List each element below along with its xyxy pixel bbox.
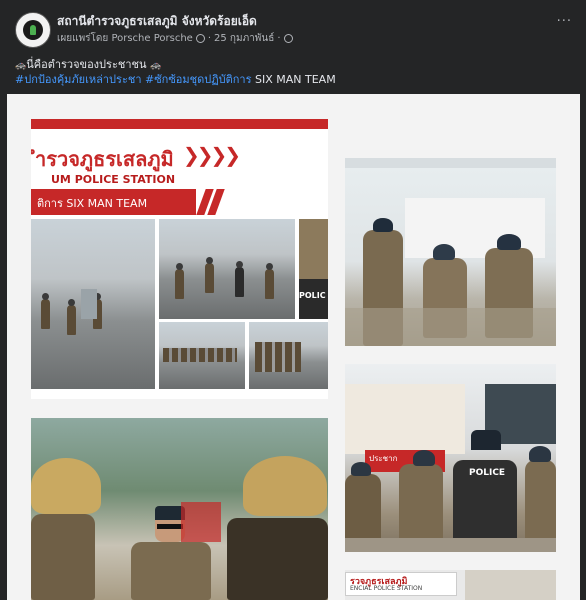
post-meta: เผยแพร่โดย Porsche Porsche · 25 กุมภาพัน… — [57, 31, 293, 46]
sign-subtitle: ENCIAL POLICE STATION — [350, 585, 423, 592]
building — [465, 570, 556, 600]
collage-banner: ติการ SIX MAN TEAM — [31, 189, 196, 215]
published-by[interactable]: เผยแพร่โดย Porsche Porsche — [57, 31, 193, 46]
officer-helmet — [529, 446, 551, 462]
officer-helmet — [497, 234, 521, 250]
officer-figure — [175, 263, 184, 299]
ground — [345, 538, 556, 552]
more-options-button[interactable]: ··· — [557, 14, 572, 29]
officer-group — [255, 342, 301, 372]
sky — [345, 158, 556, 168]
police-badge-icon — [23, 20, 43, 40]
collage-image-left — [31, 219, 155, 389]
officer-figure — [265, 263, 274, 299]
sunglasses — [157, 524, 183, 529]
officer-left — [31, 514, 95, 600]
officer-figure — [235, 261, 244, 297]
officer-helmet — [351, 462, 371, 476]
vest-label: POLIC — [299, 291, 326, 300]
officer-center — [131, 542, 211, 600]
officer-helmet — [433, 244, 455, 260]
riot-shield — [81, 289, 97, 319]
gallery-photo-officer-closeup[interactable] — [31, 418, 328, 600]
station-sign-text: ประชาก — [369, 454, 398, 463]
helmet-left — [31, 458, 101, 514]
gallery-photo-sign[interactable]: รวจภูธรเสลภูมิ ENCIAL POLICE STATION — [345, 570, 556, 600]
collage-image-top-middle — [159, 219, 295, 319]
station-sign-board: รวจภูธรเสลภูมิ ENCIAL POLICE STATION — [345, 572, 457, 596]
officer-cap — [471, 430, 501, 450]
gallery-photo-officers-sitting[interactable] — [345, 158, 556, 346]
hashtag-link[interactable]: #ปกป้องคุ้มภัยเหล่าประชา — [15, 73, 142, 86]
vest-label: POLICE — [469, 468, 506, 478]
gallery-photo-team-station[interactable]: ประชาก POLICE — [345, 364, 556, 552]
collage-subtitle: UM POLICE STATION — [51, 173, 176, 186]
ground — [345, 308, 556, 346]
chevrons-icon: ❯❯❯❯ — [183, 143, 241, 167]
page-name[interactable]: สถานีตำรวจภูธรเสลภูมิ จังหวัดร้อยเอ็ด — [57, 12, 257, 31]
photo-gallery: ำรวจภูธรเสลภูมิ ❯❯❯❯ UM POLICE STATION ต… — [7, 94, 580, 600]
separator-dot: · — [277, 33, 281, 44]
post-date[interactable]: 25 กุมภาพันธ์ — [214, 31, 274, 46]
post-text-line2: #ปกป้องคุ้มภัยเหล่าประชา #ซักซ้อมชุดปฏิบ… — [15, 70, 336, 88]
facebook-post: สถานีตำรวจภูธรเสลภูมิ จังหวัดร้อยเอ็ด เผ… — [0, 0, 586, 600]
station-wall — [345, 384, 465, 454]
red-sign — [181, 502, 221, 542]
officer-cap — [373, 218, 393, 232]
hashtag-suffix: SIX MAN TEAM — [255, 73, 336, 86]
audience-globe-icon — [283, 34, 293, 43]
hashtag-link[interactable]: #ซักซ้อมชุดปฏิบัติการ — [145, 73, 252, 86]
collage-image-bottom-right — [249, 322, 328, 389]
collage-title: ำรวจภูธรเสลภูมิ — [35, 147, 174, 171]
collage-image-top-right: POLIC — [299, 219, 328, 319]
separator-dot: · — [207, 33, 212, 44]
officer-right — [227, 518, 328, 600]
officer-figure — [205, 257, 214, 293]
officer-row — [163, 348, 237, 362]
officer-helmet — [413, 450, 435, 466]
globe-icon — [195, 34, 205, 43]
banner-text: ติการ SIX MAN TEAM — [37, 197, 148, 210]
officer-figure — [41, 293, 50, 329]
helmet-right — [243, 456, 327, 516]
header-red-bar — [31, 119, 328, 129]
collage-image-bottom-left — [159, 322, 245, 389]
gallery-photo-collage[interactable]: ำรวจภูธรเสลภูมิ ❯❯❯❯ UM POLICE STATION ต… — [31, 119, 328, 399]
page-avatar[interactable] — [15, 12, 51, 48]
officer-figure — [67, 299, 76, 335]
